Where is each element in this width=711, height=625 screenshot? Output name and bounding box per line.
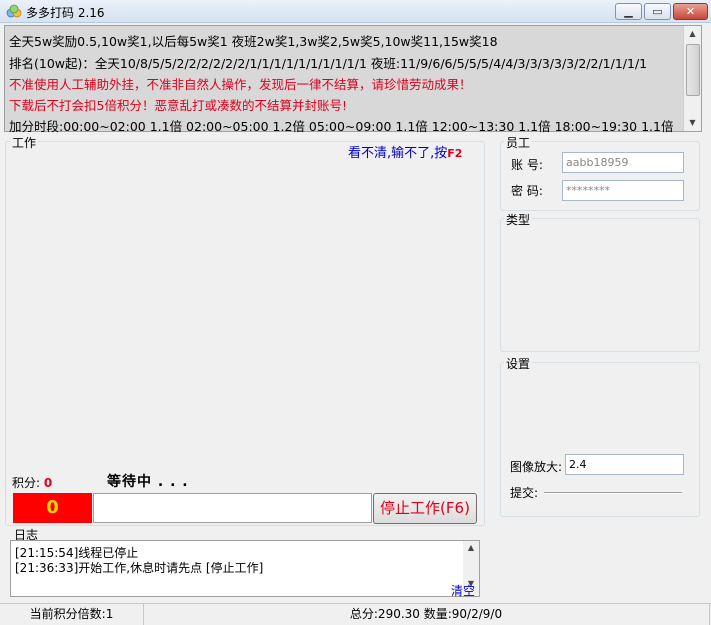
title-bar xyxy=(0,0,711,23)
score-display: 0 xyxy=(13,493,92,523)
window-title: 多多打码 2.16 xyxy=(26,6,105,20)
totals-status: 总分:290.30 数量:90/2/9/0 xyxy=(143,604,710,625)
maximize-button[interactable]: ▭ xyxy=(644,3,671,20)
submit-progress xyxy=(544,492,682,494)
captcha-hint[interactable]: 看不清,输不了,按F2 xyxy=(348,142,462,161)
score-value: 0 xyxy=(43,476,53,490)
captcha-input[interactable] xyxy=(93,493,372,523)
captcha-image-area xyxy=(5,160,485,470)
close-button[interactable]: ✕ xyxy=(673,3,708,20)
notice-line: 排名(10w起)：全天10/8/5/5/2/2/2/2/2/2/1/1/1/1/… xyxy=(9,56,648,71)
score-label-text: 积分: xyxy=(12,476,41,490)
notice-line: 全天5w奖励0.5,10w奖1,以后每5w奖1 夜班2w奖1,3w奖2,5w奖5… xyxy=(9,34,498,49)
app-icon xyxy=(6,4,22,18)
work-label: 工作 xyxy=(10,134,39,151)
notice-line: 不准使用人工辅助外挂，不准非自然人操作，发现后一律不结算，请珍惜劳动成果！ xyxy=(9,77,472,92)
hint-text: 看不清,输不了,按 xyxy=(348,146,448,161)
notice-board: 全天5w奖励0.5,10w奖1,以后每5w奖1 夜班2w奖1,3w奖2,5w奖5… xyxy=(4,25,702,134)
type-label: 类型 xyxy=(504,211,533,228)
submit-label: 提交: xyxy=(510,486,539,500)
log-entry: [21:36:33]开始工作,休息时请先点 [停止工作] xyxy=(15,561,264,575)
hint-key: F2 xyxy=(447,147,463,160)
account-label: 账 号: xyxy=(511,158,543,172)
zoom-field[interactable]: 2.4 xyxy=(565,454,684,475)
multiplier-status: 当前积分倍数:1 xyxy=(0,604,144,625)
work-status: 等待中 . . . xyxy=(107,474,189,490)
scroll-thumb[interactable] xyxy=(686,44,700,96)
notice-line: 加分时段:00:00~02:00 1.1倍 02:00~05:00 1.2倍 0… xyxy=(9,119,674,134)
account-field[interactable]: aabb18959 xyxy=(562,152,684,173)
settings-label: 设置 xyxy=(504,355,533,372)
notice-line: 下载后不打会扣5倍积分！恶意乱打或凑数的不结算并封账号! xyxy=(9,98,347,113)
scroll-down-icon[interactable]: ▼ xyxy=(684,115,701,131)
stop-work-button[interactable]: 停止工作(F6) xyxy=(373,493,477,524)
zoom-label: 图像放大: xyxy=(510,460,563,474)
password-label: 密 码: xyxy=(511,184,543,198)
log-box: [21:15:54]线程已停止 [21:36:33]开始工作,休息时请先点 [停… xyxy=(10,540,480,597)
employee-label: 员工 xyxy=(504,134,533,151)
clear-log-link[interactable]: 清空 xyxy=(451,582,475,599)
status-bar: 当前积分倍数:1 总分:290.30 数量:90/2/9/0 xyxy=(0,603,711,625)
type-group xyxy=(500,218,700,352)
password-field[interactable]: ******** xyxy=(562,180,684,201)
score-label: 积分: 0 xyxy=(12,474,52,491)
notice-scrollbar[interactable]: ▲ ▼ xyxy=(683,26,701,131)
scroll-up-icon[interactable]: ▲ xyxy=(684,26,701,42)
minimize-button[interactable]: ▁ xyxy=(615,3,642,20)
scroll-up-icon[interactable]: ▲ xyxy=(463,543,479,552)
